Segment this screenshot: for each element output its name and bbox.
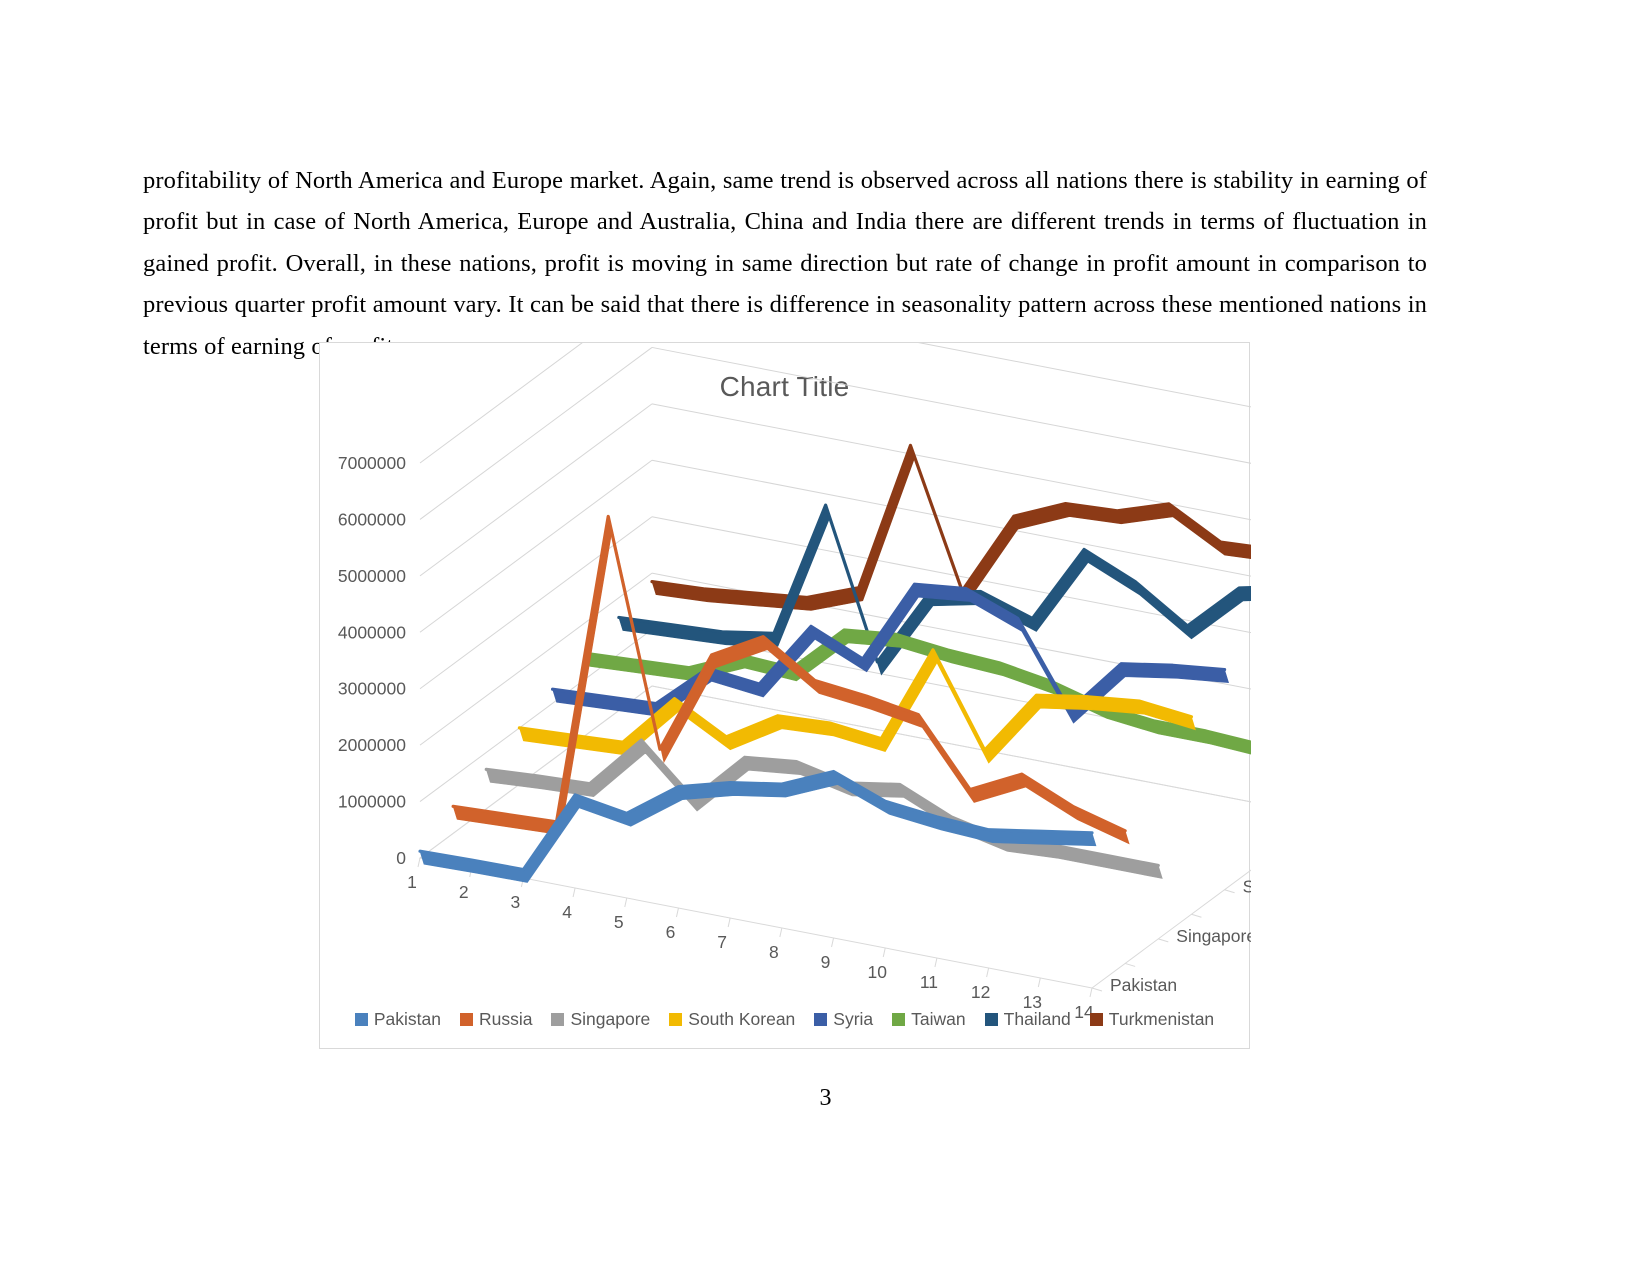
y-axis-tick-label: 1000000 — [338, 792, 406, 812]
legend-swatch-icon — [892, 1013, 906, 1026]
legend-label: Thailand — [1003, 1009, 1071, 1029]
depth-axis-tick — [1091, 987, 1103, 992]
x-axis-tick — [417, 857, 421, 868]
depth-axis-label: Singapore — [1176, 926, 1251, 946]
x-axis-tick-label: 3 — [511, 892, 521, 912]
x-axis-tick-label: 10 — [867, 962, 887, 982]
y-axis-tick-label: 3000000 — [338, 679, 406, 699]
x-axis-tick — [675, 907, 679, 918]
legend-item[interactable]: Russia — [459, 1009, 533, 1030]
y-axis-tick-label: 5000000 — [338, 566, 406, 586]
gridline-back — [918, 343, 1251, 408]
gridline-back — [651, 685, 1251, 803]
x-axis-tick — [779, 927, 783, 938]
gridline-back — [651, 459, 1251, 577]
x-axis-tick — [934, 957, 938, 968]
legend-label: South Korean — [688, 1009, 796, 1029]
y-axis-tick-label: 4000000 — [338, 622, 406, 642]
legend-swatch-icon — [551, 1013, 565, 1026]
document-page: profitability of North America and Europ… — [0, 0, 1651, 1275]
y-axis-tick-label: 7000000 — [338, 453, 406, 473]
legend-label: Russia — [478, 1009, 533, 1029]
x-axis-tick-label: 11 — [920, 972, 938, 992]
legend-swatch-icon — [814, 1013, 828, 1026]
legend-item[interactable]: Singapore — [551, 1009, 650, 1030]
legend-swatch-icon — [459, 1013, 473, 1026]
y-axis-tick-label: 2000000 — [338, 735, 406, 755]
legend-item[interactable]: Turkmenistan — [1089, 1009, 1215, 1030]
legend-label: Taiwan — [911, 1009, 966, 1029]
x-axis-tick — [624, 897, 628, 908]
x-axis-tick — [727, 917, 731, 928]
y-axis-tick-label: 6000000 — [338, 509, 406, 529]
legend-item[interactable]: South Korean — [669, 1009, 795, 1030]
x-axis-tick — [882, 947, 886, 958]
x-axis-tick-label: 4 — [562, 902, 572, 922]
gridline-side — [419, 459, 653, 633]
chart-legend: Pakistan Russia Singapore South Korean Syria… — [320, 1009, 1249, 1030]
chart-series — [650, 443, 1251, 611]
gridline-back — [651, 516, 1251, 634]
legend-item[interactable]: Taiwan — [892, 1009, 966, 1030]
legend-label: Singapore — [570, 1009, 651, 1029]
x-axis-tick — [831, 937, 835, 948]
gridline-side — [419, 347, 653, 520]
x-axis-tick-label: 2 — [459, 882, 469, 902]
chart-plot-area: 0 1000000 2000000 3000000 4000000 5000000 6000… — [338, 343, 1251, 1022]
y-axis-tick-label: 0 — [396, 848, 406, 868]
x-axis-tick-label: 7 — [717, 932, 727, 952]
depth-axis-label: Syria — [1243, 877, 1251, 897]
legend-swatch-icon — [1089, 1013, 1103, 1026]
x-axis-tick-label: 9 — [821, 952, 831, 972]
x-axis-tick — [986, 967, 990, 978]
legend-swatch-icon — [669, 1013, 683, 1026]
depth-axis-tick — [1124, 962, 1136, 967]
depth-axis-label: Pakistan — [1110, 975, 1177, 995]
x-axis-tick-label: 8 — [769, 942, 779, 962]
legend-swatch-icon — [984, 1013, 998, 1026]
legend-item[interactable]: Thailand — [984, 1009, 1071, 1030]
x-axis-tick-label: 6 — [666, 922, 676, 942]
chart-container[interactable]: Chart Title 0 1000000 2000000 3000000 400000… — [319, 342, 1251, 1049]
legend-swatch-icon — [354, 1013, 368, 1026]
depth-axis-tick — [1191, 913, 1202, 918]
gridline-back — [651, 346, 1251, 464]
gridline-side — [419, 343, 583, 464]
x-axis-tick-label: 1 — [407, 872, 417, 892]
series-ribbon-body — [651, 444, 1251, 611]
legend-label: Turkmenistan — [1108, 1009, 1215, 1029]
legend-item[interactable]: Syria — [814, 1009, 873, 1030]
legend-label: Pakistan — [373, 1009, 441, 1029]
page-number: 3 — [819, 1085, 832, 1111]
legend-label: Syria — [833, 1009, 874, 1029]
depth-axis-tick — [1158, 938, 1169, 943]
body-paragraph: profitability of North America and Europ… — [143, 166, 1427, 360]
depth-axis-tick — [1224, 889, 1235, 894]
x-axis-tick — [1089, 987, 1093, 998]
legend-item[interactable]: Pakistan — [354, 1009, 441, 1030]
x-axis-tick-label: 5 — [614, 912, 624, 932]
x-axis-tick-label: 12 — [971, 982, 990, 1002]
x-axis-tick — [1037, 977, 1041, 988]
x-axis-tick — [572, 887, 576, 898]
